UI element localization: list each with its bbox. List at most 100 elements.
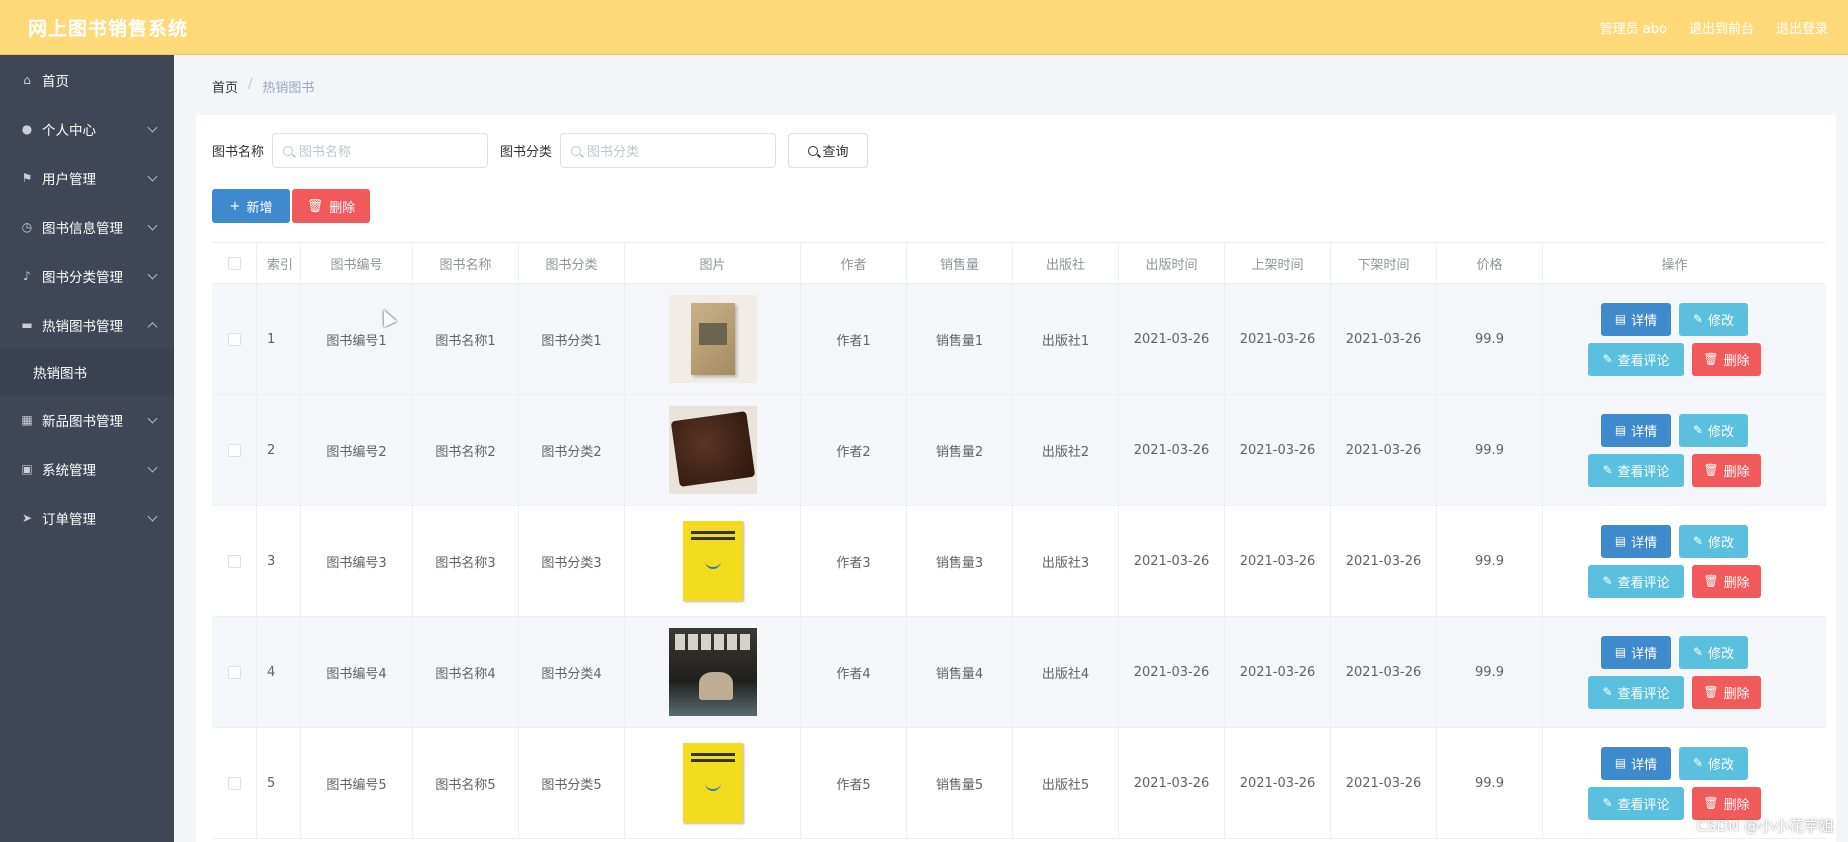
edit-button[interactable]: ✎ 修改	[1679, 524, 1748, 558]
cell-publisher: 出版社2	[1013, 395, 1119, 505]
chevron-down-icon	[147, 511, 158, 522]
sidebar-item-system[interactable]: ▣ 系统管理	[0, 444, 174, 493]
cell-author: 作者5	[801, 728, 907, 838]
sidebar-item-hot-books[interactable]: ▬ 热销图书管理	[0, 300, 174, 349]
cell-author: 作者1	[801, 284, 907, 394]
row-checkbox[interactable]	[227, 443, 241, 457]
delete-button[interactable]: 🗑 删除	[1692, 564, 1761, 598]
document-icon: ▤	[1614, 756, 1627, 770]
cell-sales: 销售量3	[907, 506, 1013, 616]
select-all-checkbox[interactable]	[227, 256, 241, 270]
edit-button[interactable]: ✎ 修改	[1679, 413, 1748, 447]
header-price: 价格	[1437, 243, 1543, 283]
sidebar-item-new-books[interactable]: ▦ 新品图书管理	[0, 395, 174, 444]
cell-shelf-date: 2021-03-26	[1225, 506, 1331, 616]
delete-label: 删除	[1723, 353, 1750, 369]
view-reviews-button[interactable]: ✎ 查看评论	[1588, 564, 1684, 598]
cell-operations: ▤ 详情 ✎ 修改 ✎ 查看评论 🗑 删除	[1543, 284, 1806, 394]
cell-operations: ▤ 详情 ✎ 修改 ✎ 查看评论 🗑 删除	[1543, 506, 1806, 616]
edit-button[interactable]: ✎ 修改	[1679, 302, 1748, 336]
sidebar-item-label: 图书信息管理	[42, 220, 123, 237]
sidebar-item-user-management[interactable]: ⚑ 用户管理	[0, 153, 174, 202]
pencil-icon: ✎	[1602, 352, 1613, 366]
add-button[interactable]: + 新增	[212, 189, 290, 223]
action-bar: + 新增 🗑 删除	[212, 189, 370, 223]
cell-book-category: 图书分类4	[519, 617, 625, 727]
cell-author: 作者2	[801, 395, 907, 505]
review-label: 查看评论	[1617, 797, 1670, 813]
cell-sales: 销售量5	[907, 728, 1013, 838]
cell-shelf-date: 2021-03-26	[1225, 284, 1331, 394]
suitcase-icon: ▣	[21, 461, 33, 476]
flag-icon: ⚑	[21, 170, 33, 185]
sidebar-item-label: 图书分类管理	[42, 269, 123, 286]
plus-icon: +	[229, 198, 241, 214]
content-card: 图书名称 图书名称 图书分类 图书分类 查询 + 新增 🗑 删除 索引 图书编号…	[196, 115, 1836, 842]
cell-image	[625, 728, 801, 838]
search-icon	[807, 145, 818, 156]
detail-button[interactable]: ▤ 详情	[1601, 302, 1671, 336]
header-shelf-date: 上架时间	[1225, 243, 1331, 283]
cell-image	[625, 284, 801, 394]
sidebar-item-book-category[interactable]: ♪ 图书分类管理	[0, 251, 174, 300]
cell-offshelf-date: 2021-03-26	[1331, 395, 1437, 505]
sidebar-item-label: 个人中心	[42, 122, 96, 139]
row-checkbox[interactable]	[227, 332, 241, 346]
cell-operations: ▤ 详情 ✎ 修改 ✎ 查看评论 🗑 删除	[1543, 617, 1806, 727]
view-reviews-button[interactable]: ✎ 查看评论	[1588, 786, 1684, 820]
edit-button[interactable]: ✎ 修改	[1679, 746, 1748, 780]
sidebar-subitem-hot-books[interactable]: 热销图书	[0, 349, 174, 395]
pencil-icon: ✎	[1692, 645, 1704, 659]
cell-book-category: 图书分类2	[519, 395, 625, 505]
cell-book-category: 图书分类1	[519, 284, 625, 394]
query-button[interactable]: 查询	[788, 133, 869, 168]
delete-button[interactable]: 🗑 删除	[1692, 342, 1761, 376]
chevron-down-icon	[147, 462, 158, 473]
view-reviews-button[interactable]: ✎ 查看评论	[1588, 675, 1684, 709]
delete-button[interactable]: 🗑 删除	[1692, 675, 1761, 709]
cell-book-no: 图书编号5	[301, 728, 413, 838]
view-reviews-button[interactable]: ✎ 查看评论	[1588, 453, 1684, 487]
header-sales: 销售量	[907, 243, 1013, 283]
detail-button[interactable]: ▤ 详情	[1601, 746, 1671, 780]
pencil-icon: ✎	[1692, 534, 1704, 548]
sidebar-item-home[interactable]: ⌂ 首页	[0, 55, 174, 104]
detail-button[interactable]: ▤ 详情	[1601, 635, 1671, 669]
sidebar-item-personal-center[interactable]: ● 个人中心	[0, 104, 174, 153]
detail-button[interactable]: ▤ 详情	[1601, 413, 1671, 447]
batch-delete-button[interactable]: 🗑 删除	[292, 189, 370, 223]
trash-icon: 🗑	[1703, 574, 1719, 588]
row-checkbox[interactable]	[227, 776, 241, 790]
view-reviews-button[interactable]: ✎ 查看评论	[1588, 342, 1684, 376]
detail-button[interactable]: ▤ 详情	[1601, 524, 1671, 558]
logout-link[interactable]: 退出登录	[1776, 18, 1828, 37]
cell-publisher: 出版社4	[1013, 617, 1119, 727]
sidebar-item-book-info[interactable]: ◷ 图书信息管理	[0, 202, 174, 251]
select-all-cell	[212, 243, 257, 283]
pencil-icon: ✎	[1602, 463, 1613, 477]
edit-button[interactable]: ✎ 修改	[1679, 635, 1748, 669]
row-checkbox[interactable]	[227, 554, 241, 568]
delete-button[interactable]: 🗑 删除	[1692, 453, 1761, 487]
table-row: 4 图书编号4 图书名称4 图书分类4 作者4 销售量4 出版社4 2021-0…	[212, 617, 1826, 728]
book-name-input[interactable]: 图书名称	[272, 133, 489, 168]
cell-price: 99.9	[1437, 395, 1543, 505]
edit-label: 修改	[1708, 535, 1735, 551]
cell-price: 99.9	[1437, 728, 1543, 838]
row-checkbox[interactable]	[227, 665, 241, 679]
chevron-up-icon	[147, 321, 158, 332]
cell-book-name: 图书名称5	[413, 728, 519, 838]
header-index: 索引	[257, 243, 301, 283]
table-row: 3 图书编号3 图书名称3 图书分类3 作者3 销售量3 出版社3 2021-0…	[212, 506, 1826, 617]
sidebar-item-orders[interactable]: ➤ 订单管理	[0, 493, 174, 542]
cell-shelf-date: 2021-03-26	[1225, 728, 1331, 838]
sidebar-subitem-label: 热销图书	[33, 366, 87, 382]
back-to-front-link[interactable]: 退出到前台	[1689, 18, 1754, 37]
breadcrumb-home[interactable]: 首页	[212, 77, 238, 96]
header-publisher: 出版社	[1013, 243, 1119, 283]
table-header: 索引 图书编号 图书名称 图书分类 图片 作者 销售量 出版社 出版时间 上架时…	[212, 242, 1826, 284]
bell-icon: ♪	[23, 268, 31, 283]
book-cover-image	[668, 628, 757, 716]
table-row: 1 图书编号1 图书名称1 图书分类1 作者1 销售量1 出版社1 2021-0…	[212, 284, 1826, 395]
book-category-input[interactable]: 图书分类	[560, 133, 777, 168]
